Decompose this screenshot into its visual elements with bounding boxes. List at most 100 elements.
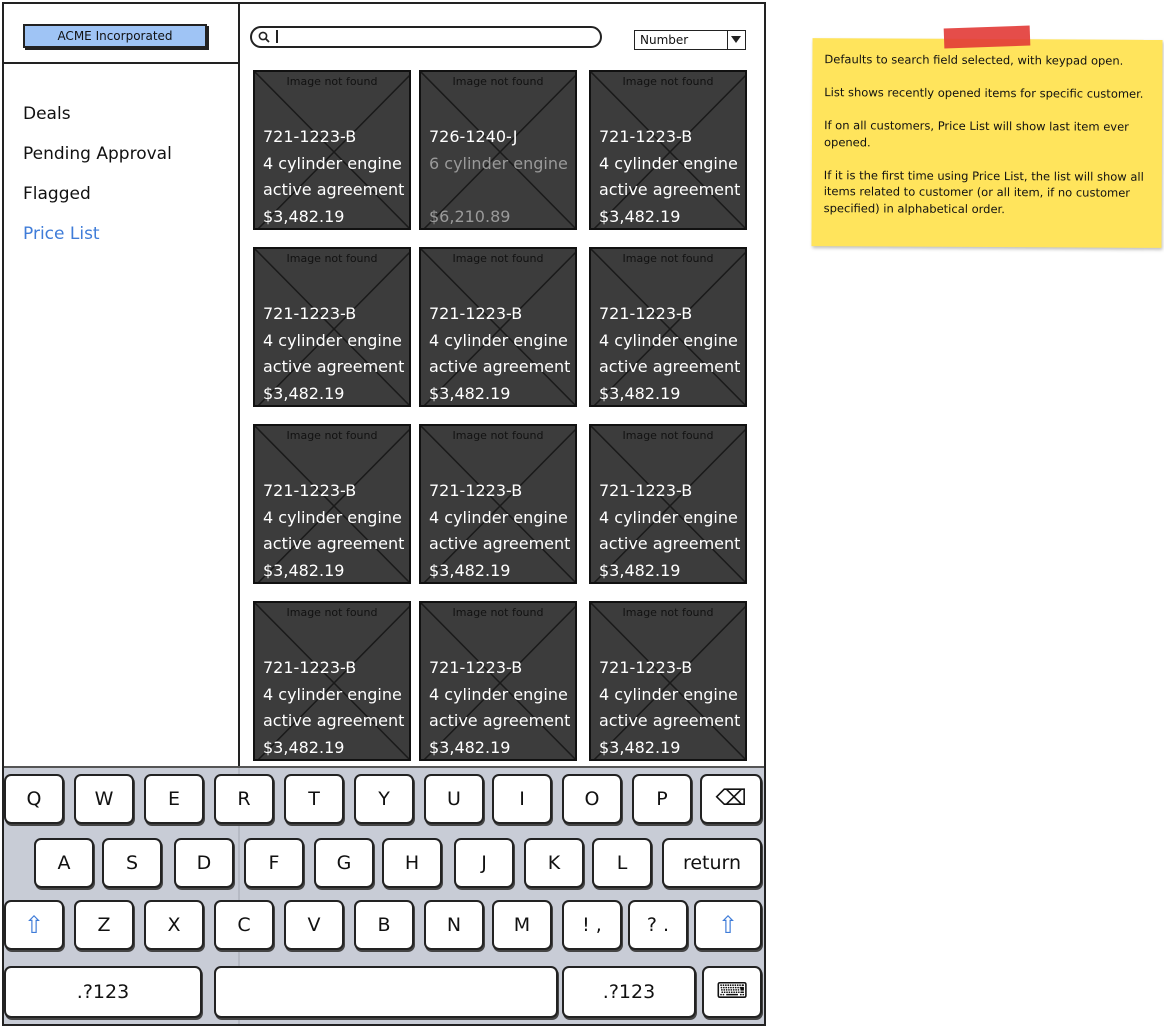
key-a[interactable]: A xyxy=(34,838,94,888)
item-price: $3,482.19 xyxy=(263,383,345,403)
key-punct[interactable]: ? . xyxy=(628,900,688,950)
sticky-note: Defaults to search field selected, with … xyxy=(811,38,1163,248)
key-hide-keyboard[interactable]: ⌨ xyxy=(702,966,762,1018)
image-not-found-label: Image not found xyxy=(286,606,378,619)
key-p[interactable]: P xyxy=(632,774,692,824)
key-shift[interactable]: ⇧ xyxy=(4,900,64,950)
item-status: active agreement xyxy=(429,357,571,376)
key-d[interactable]: D xyxy=(174,838,234,888)
item-status: active agreement xyxy=(263,357,405,376)
nav-item-pending-approval[interactable]: Pending Approval xyxy=(23,140,172,180)
item-part-number: 721-1223-B xyxy=(429,304,523,323)
key-t[interactable]: T xyxy=(284,774,344,824)
image-not-found-label: Image not found xyxy=(452,429,544,442)
image-not-found-label: Image not found xyxy=(622,75,714,88)
item-description: 4 cylinder engine xyxy=(599,507,738,527)
item-status: active agreement xyxy=(263,711,405,730)
key-123[interactable]: .?123 xyxy=(4,966,202,1018)
price-list-item[interactable]: Image not found 721-1223-B 4 cylinder engi… xyxy=(253,601,411,761)
sort-select-value: Number xyxy=(640,33,689,47)
key-h[interactable]: H xyxy=(382,838,442,888)
item-status: active agreement xyxy=(599,357,741,376)
item-description: 4 cylinder engine xyxy=(263,330,402,350)
price-list-item[interactable]: Image not found 721-1223-B 4 cylinder engi… xyxy=(419,424,577,584)
key-l[interactable]: L xyxy=(592,838,652,888)
nav-item-deals[interactable]: Deals xyxy=(23,100,172,140)
key-y[interactable]: Y xyxy=(354,774,414,824)
key-i[interactable]: I xyxy=(492,774,552,824)
price-list-item[interactable]: Image not found 721-1223-B 4 cylinder engi… xyxy=(419,601,577,761)
price-list-item[interactable]: Image not found 721-1223-B 4 cylinder engi… xyxy=(253,424,411,584)
tablet-frame: ACME Incorporated Deals Pending Approval… xyxy=(2,2,766,1026)
item-description: 4 cylinder engine xyxy=(429,507,568,527)
key-r[interactable]: R xyxy=(214,774,274,824)
key-123[interactable]: .?123 xyxy=(562,966,696,1018)
search-input[interactable] xyxy=(250,26,602,48)
item-price: $3,482.19 xyxy=(429,383,511,403)
key-u[interactable]: U xyxy=(424,774,484,824)
image-not-found-label: Image not found xyxy=(286,429,378,442)
item-description: 4 cylinder engine xyxy=(429,684,568,704)
key-f[interactable]: F xyxy=(244,838,304,888)
item-part-number: 721-1223-B xyxy=(599,481,693,500)
key-punct[interactable]: ! , xyxy=(562,900,622,950)
key-b[interactable]: B xyxy=(354,900,414,950)
sticky-tape xyxy=(943,25,1031,49)
item-description: 4 cylinder engine xyxy=(599,684,738,704)
nav-item-flagged[interactable]: Flagged xyxy=(23,180,172,220)
item-status: active agreement xyxy=(599,534,741,553)
key-s[interactable]: S xyxy=(102,838,162,888)
item-description: 4 cylinder engine xyxy=(429,330,568,350)
key-g[interactable]: G xyxy=(314,838,374,888)
key-shift[interactable]: ⇧ xyxy=(694,900,762,950)
sticky-note-paragraph: Defaults to search field selected, with … xyxy=(824,52,1124,68)
key-x[interactable]: X xyxy=(144,900,204,950)
chevron-down-icon[interactable] xyxy=(727,31,745,49)
company-button[interactable]: ACME Incorporated xyxy=(23,24,207,48)
key-e[interactable]: E xyxy=(144,774,204,824)
item-price: $3,482.19 xyxy=(599,560,681,580)
key-v[interactable]: V xyxy=(284,900,344,950)
item-status: active agreement xyxy=(263,534,405,553)
item-price: $6,210.89 xyxy=(429,206,511,226)
key-o[interactable]: O xyxy=(562,774,622,824)
item-price: $3,482.19 xyxy=(429,737,511,757)
item-description: 6 cylinder engine xyxy=(429,153,568,173)
key-c[interactable]: C xyxy=(214,900,274,950)
price-list-item[interactable]: Image not found 721-1223-B 4 cylinder engi… xyxy=(589,70,747,230)
price-list-item[interactable]: Image not found 721-1223-B 4 cylinder engi… xyxy=(589,247,747,407)
price-list-item[interactable]: Image not found 726-1240-J 6 cylinder engi… xyxy=(419,70,577,230)
item-status: active agreement xyxy=(599,180,741,199)
price-list-item[interactable]: Image not found 721-1223-B 4 cylinder engi… xyxy=(419,247,577,407)
key-w[interactable]: W xyxy=(74,774,134,824)
image-not-found-label: Image not found xyxy=(622,606,714,619)
item-description: 4 cylinder engine xyxy=(599,330,738,350)
search-icon xyxy=(258,31,270,43)
sort-select[interactable]: Number xyxy=(634,30,746,50)
key-space[interactable] xyxy=(214,966,558,1018)
image-not-found-label: Image not found xyxy=(622,429,714,442)
on-screen-keyboard: Q W E R T Y U I O P ⌫ A S D F G H J K Lreturn ⇧ Z X C V B N M! ,? .… xyxy=(4,766,764,1024)
key-backspace[interactable]: ⌫ xyxy=(700,774,762,824)
sidebar-nav: Deals Pending Approval Flagged Price Lis… xyxy=(23,100,172,260)
key-j[interactable]: J xyxy=(454,838,514,888)
price-list-item[interactable]: Image not found 721-1223-B 4 cylinder engi… xyxy=(589,601,747,761)
item-description: 4 cylinder engine xyxy=(263,153,402,173)
nav-item-price-list[interactable]: Price List xyxy=(23,220,172,260)
key-q[interactable]: Q xyxy=(4,774,64,824)
item-description: 4 cylinder engine xyxy=(263,684,402,704)
price-list-item[interactable]: Image not found 721-1223-B 4 cylinder engi… xyxy=(589,424,747,584)
key-m[interactable]: M xyxy=(492,900,552,950)
item-part-number: 721-1223-B xyxy=(263,481,357,500)
key-return[interactable]: return xyxy=(662,838,762,888)
item-part-number: 726-1240-J xyxy=(429,127,518,146)
item-price: $3,482.19 xyxy=(263,206,345,226)
key-n[interactable]: N xyxy=(424,900,484,950)
key-k[interactable]: K xyxy=(524,838,584,888)
key-z[interactable]: Z xyxy=(74,900,134,950)
price-list-item[interactable]: Image not found 721-1223-B 4 cylinder engi… xyxy=(253,247,411,407)
item-status xyxy=(429,177,568,204)
item-part-number: 721-1223-B xyxy=(429,658,523,677)
item-price: $3,482.19 xyxy=(429,560,511,580)
price-list-item[interactable]: Image not found 721-1223-B 4 cylinder engi… xyxy=(253,70,411,230)
